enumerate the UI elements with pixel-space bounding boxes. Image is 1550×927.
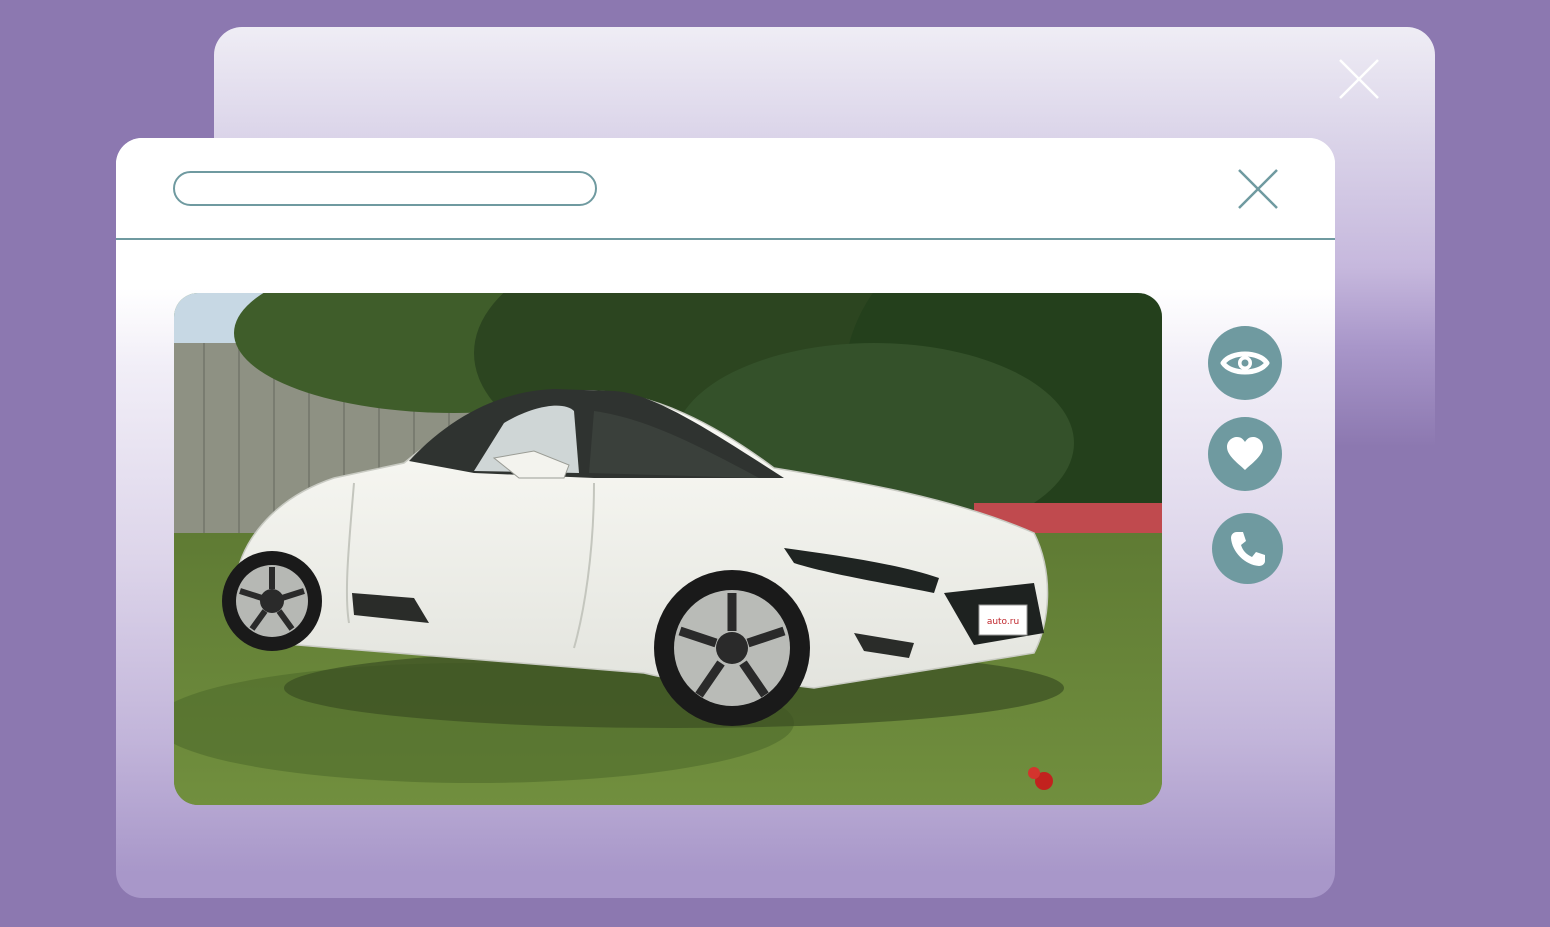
front-window: auto.ru [116, 138, 1335, 898]
eye-icon [1220, 351, 1270, 375]
license-plate-text: auto.ru [987, 617, 1019, 627]
car-photo[interactable]: auto.ru [174, 293, 1162, 805]
favorite-button[interactable] [1208, 417, 1282, 491]
heart-icon [1227, 437, 1263, 470]
car-photo-image: auto.ru [174, 293, 1162, 805]
view-button[interactable] [1208, 326, 1282, 400]
close-button[interactable] [1238, 169, 1278, 209]
phone-icon [1230, 531, 1265, 566]
back-window-close-button[interactable] [1338, 58, 1380, 100]
window-header [116, 138, 1335, 240]
address-bar[interactable] [173, 171, 597, 206]
close-icon [1238, 169, 1278, 209]
call-button[interactable] [1212, 513, 1283, 584]
close-icon [1339, 59, 1379, 99]
